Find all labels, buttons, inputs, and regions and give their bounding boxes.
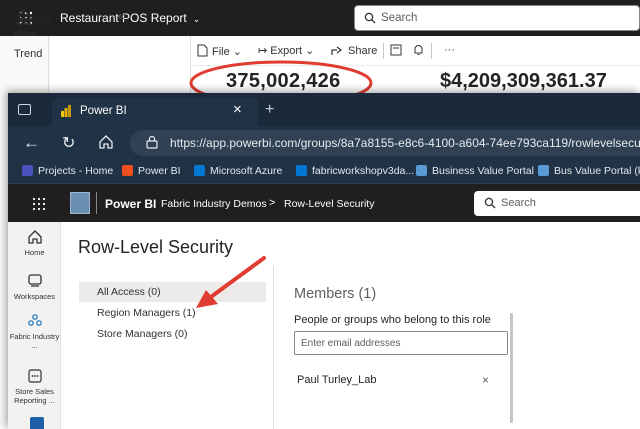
alert-button[interactable] [413, 44, 428, 57]
microsoft-logo-icon [122, 165, 133, 176]
toolbar-divider [383, 43, 384, 59]
nav-home-label: Home [13, 29, 36, 38]
report-icon [27, 369, 42, 383]
breadcrumb-current-page: Row-Level Security [284, 198, 375, 210]
breadcrumb-workspace[interactable]: Fabric Industry Demos [161, 198, 267, 210]
members-title: Members (1) [294, 286, 377, 302]
document-icon [416, 165, 427, 176]
nav-item-label: Store Sales Reporting ... [14, 387, 55, 405]
member-name: Paul Turley_Lab [297, 374, 377, 386]
workspaces-icon [27, 274, 42, 287]
toolbar-divider [431, 43, 432, 59]
email-address-input[interactable] [294, 331, 508, 355]
favorite-label: Business Value Portal [432, 165, 534, 177]
pane-divider [273, 266, 274, 429]
favorite-link[interactable]: Microsoft Azure [194, 165, 282, 177]
nav-item-label: Home [24, 248, 45, 257]
members-description: People or groups who belong to this role [294, 314, 491, 326]
app-launcher-icon[interactable] [32, 197, 46, 211]
powerbi-brand[interactable]: Power BI [105, 197, 156, 211]
url-text[interactable]: https://app.powerbi.com/groups/8a7a8155-… [170, 136, 640, 150]
kpi-card-amount: $4,209,309,361.37 [440, 70, 607, 92]
role-item-store-managers[interactable]: Store Managers (0) [79, 324, 266, 344]
export-menu-button[interactable]: ↦ Export ⌄ [258, 44, 314, 57]
azure-icon [194, 165, 205, 176]
pages-panel-title: Pages [16, 11, 52, 25]
favorite-link[interactable]: Power BI [122, 165, 181, 177]
nav-item-store-sales-reporting[interactable]: Store Sales Reporting ... [8, 368, 61, 405]
chevron-down-icon: ⌄ [305, 45, 315, 57]
browser-home-icon[interactable] [98, 134, 114, 150]
members-scrollbar[interactable] [510, 313, 513, 423]
background-nav-rail [0, 36, 49, 96]
background-search-box[interactable]: Search [354, 5, 640, 31]
organization-logo[interactable] [70, 192, 90, 214]
nav-item-workspaces[interactable]: Workspaces [8, 273, 61, 301]
document-icon [538, 165, 549, 176]
workspace-shield-icon[interactable] [30, 417, 44, 429]
back-arrow-icon[interactable]: ← [23, 133, 40, 153]
file-icon [197, 44, 208, 57]
breadcrumb-separator: > [269, 197, 276, 209]
powerbi-search-box[interactable]: Search [474, 191, 640, 216]
remove-member-icon[interactable]: × [482, 373, 489, 387]
home-icon [27, 230, 42, 244]
refresh-icon[interactable]: ↻ [62, 133, 75, 153]
favorite-label: fabricworkshopv3da... [312, 165, 415, 177]
search-icon [364, 12, 376, 24]
search-placeholder: Search [501, 197, 536, 209]
share-label: Share [348, 45, 378, 57]
favorite-link[interactable]: Bus Value Portal (k [538, 165, 640, 177]
search-icon [484, 197, 496, 209]
favorite-label: Microsoft Azure [210, 165, 283, 177]
file-menu-label: File [212, 46, 230, 58]
search-placeholder: Search [381, 12, 418, 24]
share-icon [331, 46, 342, 55]
favorite-label: Projects - Home [38, 165, 114, 177]
export-menu-label: Export [270, 45, 303, 57]
favorite-label: Bus Value Portal (k [554, 165, 640, 177]
nav-item-label: Workspaces [13, 292, 56, 301]
nav-item-fabric-industry[interactable]: Fabric Industry ... [8, 313, 61, 350]
tab-title: Power BI [80, 105, 127, 117]
nav-item-home[interactable]: Home [8, 229, 61, 257]
window-tabs-icon[interactable] [18, 104, 31, 115]
favorite-link[interactable]: Projects - Home [22, 165, 113, 177]
file-menu-button[interactable]: File ⌄ [197, 44, 242, 58]
page-tab-trend[interactable]: Trend [14, 48, 42, 60]
favorite-link[interactable]: Business Value Portal [416, 165, 534, 177]
azure-icon [296, 165, 307, 176]
favorite-link[interactable]: fabricworkshopv3da... [296, 165, 414, 177]
header-divider [96, 192, 97, 214]
chevron-down-icon: ⌄ [192, 14, 201, 24]
more-options-button[interactable]: ··· [444, 44, 455, 56]
teams-icon [22, 165, 33, 176]
collapse-pages-button[interactable]: « [118, 8, 125, 23]
powerbi-logo-icon [60, 104, 72, 118]
new-tab-button[interactable]: + [265, 101, 274, 119]
site-info-lock-icon[interactable] [145, 135, 159, 149]
close-tab-icon[interactable]: × [233, 101, 242, 118]
workspace-people-icon [27, 314, 42, 326]
chevron-down-icon: ⌄ [232, 46, 243, 58]
red-annotation-arrow [196, 256, 266, 308]
share-button[interactable]: Share [331, 44, 377, 57]
pages-panel [50, 36, 191, 96]
favorite-label: Power BI [138, 165, 181, 177]
subscribe-icon [390, 44, 402, 56]
export-icon: ↦ [258, 45, 268, 57]
report-title-dropdown[interactable]: Restaurant POS Report ⌄ [60, 11, 200, 25]
bell-icon [414, 45, 423, 55]
subscribe-button[interactable] [390, 44, 406, 57]
nav-item-label: Fabric Industry ... [9, 332, 60, 350]
